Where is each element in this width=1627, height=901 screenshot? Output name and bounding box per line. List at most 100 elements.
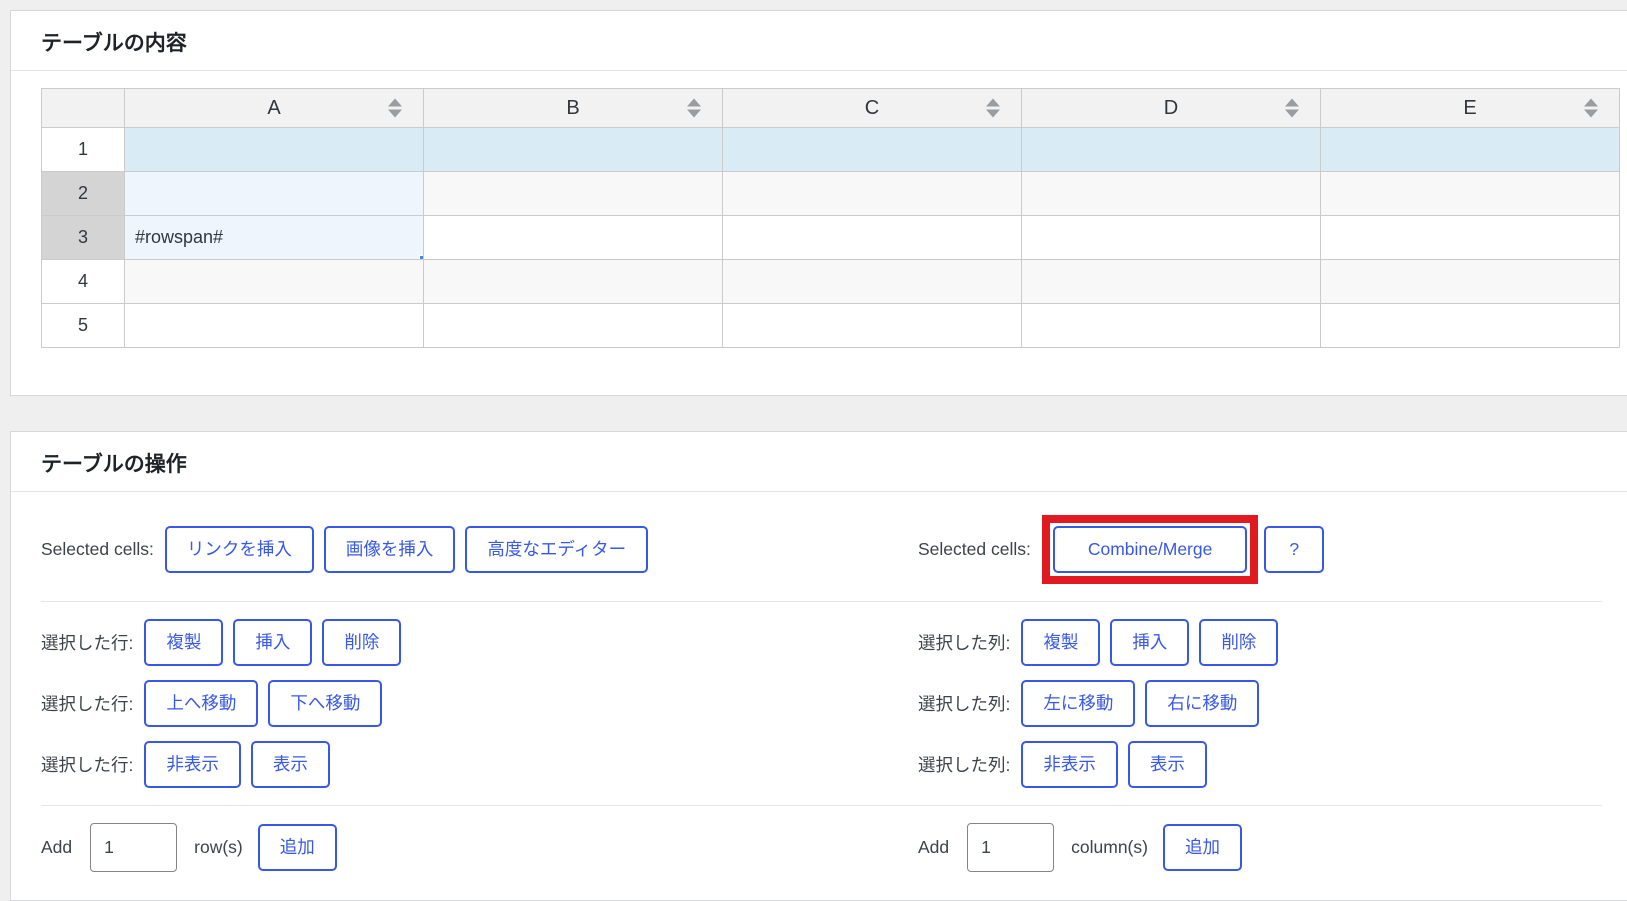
cell-d1[interactable] bbox=[1022, 128, 1321, 172]
insert-image-button[interactable]: 画像を挿入 bbox=[324, 526, 456, 573]
grid-row-1: 1 bbox=[42, 128, 1620, 172]
cell-d5[interactable] bbox=[1022, 304, 1321, 348]
hide-rows-button[interactable]: 非表示 bbox=[144, 741, 241, 788]
cell-b1[interactable] bbox=[424, 128, 723, 172]
cell-e4[interactable] bbox=[1321, 260, 1620, 304]
add-rows-group: Add row(s) 追加 bbox=[41, 823, 918, 872]
cell-a4[interactable] bbox=[125, 260, 424, 304]
rows-group-3: 選択した行: 非表示 表示 bbox=[41, 741, 918, 788]
delete-rows-button[interactable]: 削除 bbox=[322, 619, 401, 666]
add-row: Add row(s) 追加 Add column(s) 追加 bbox=[41, 823, 1602, 872]
selected-columns-label: 選択した列: bbox=[918, 630, 1010, 655]
cell-c2[interactable] bbox=[723, 172, 1022, 216]
selected-rows-label: 選択した行: bbox=[41, 752, 133, 777]
cell-b5[interactable] bbox=[424, 304, 723, 348]
insert-rows-button[interactable]: 挿入 bbox=[233, 619, 312, 666]
selection-fill-handle[interactable] bbox=[419, 255, 424, 260]
cell-a2-selected[interactable] bbox=[125, 172, 424, 216]
grid-corner-cell[interactable] bbox=[42, 89, 125, 128]
red-highlight-box: Combine/Merge bbox=[1042, 515, 1259, 584]
selected-cells-left: Selected cells: リンクを挿入 画像を挿入 高度なエディター bbox=[41, 526, 918, 573]
cell-b2[interactable] bbox=[424, 172, 723, 216]
cell-d4[interactable] bbox=[1022, 260, 1321, 304]
row-header-5[interactable]: 5 bbox=[42, 304, 125, 348]
cell-e3[interactable] bbox=[1321, 216, 1620, 260]
row-header-2[interactable]: 2 bbox=[42, 172, 125, 216]
selected-rows-label: 選択した行: bbox=[41, 691, 133, 716]
panel-title-contents: テーブルの内容 bbox=[11, 11, 1627, 71]
cell-b3[interactable] bbox=[424, 216, 723, 260]
selected-columns-label: 選択した列: bbox=[918, 691, 1010, 716]
move-row: 選択した行: 上へ移動 下へ移動 選択した列: 左に移動 右に移動 bbox=[41, 680, 1602, 727]
hide-columns-button[interactable]: 非表示 bbox=[1021, 741, 1118, 788]
cell-c3[interactable] bbox=[723, 216, 1022, 260]
cell-a3-selected[interactable]: #rowspan# bbox=[125, 216, 424, 260]
sort-arrows-icon bbox=[388, 99, 402, 118]
add-columns-suffix-label: column(s) bbox=[1071, 837, 1148, 858]
column-header-label: A bbox=[267, 97, 280, 119]
insert-link-button[interactable]: リンクを挿入 bbox=[165, 526, 314, 573]
add-columns-count-input[interactable] bbox=[967, 823, 1054, 872]
column-header-label: E bbox=[1463, 97, 1476, 119]
advanced-editor-button[interactable]: 高度なエディター bbox=[465, 526, 648, 573]
add-rows-count-input[interactable] bbox=[90, 823, 177, 872]
cell-b4[interactable] bbox=[424, 260, 723, 304]
delete-columns-button[interactable]: 削除 bbox=[1199, 619, 1278, 666]
show-rows-button[interactable]: 表示 bbox=[251, 741, 330, 788]
selected-cells-label: Selected cells: bbox=[41, 539, 154, 560]
add-columns-group: Add column(s) 追加 bbox=[918, 823, 1602, 872]
cols-group-3: 選択した列: 非表示 表示 bbox=[918, 741, 1602, 788]
cols-group-2: 選択した列: 左に移動 右に移動 bbox=[918, 680, 1602, 727]
merge-help-button[interactable]: ? bbox=[1264, 526, 1324, 573]
cell-c5[interactable] bbox=[723, 304, 1022, 348]
cell-a3-value: #rowspan# bbox=[135, 227, 223, 247]
cell-a1[interactable] bbox=[125, 128, 424, 172]
column-header-label: B bbox=[566, 97, 579, 119]
row-header-1[interactable]: 1 bbox=[42, 128, 125, 172]
sort-arrows-icon bbox=[687, 99, 701, 118]
move-rows-up-button[interactable]: 上へ移動 bbox=[144, 680, 258, 727]
cols-group-1: 選択した列: 複製 挿入 削除 bbox=[918, 619, 1602, 666]
row-header-3[interactable]: 3 bbox=[42, 216, 125, 260]
duplicate-rows-button[interactable]: 複製 bbox=[144, 619, 223, 666]
selected-columns-label: 選択した列: bbox=[918, 752, 1010, 777]
cell-d2[interactable] bbox=[1022, 172, 1321, 216]
cell-e1[interactable] bbox=[1321, 128, 1620, 172]
cell-c1[interactable] bbox=[723, 128, 1022, 172]
separator bbox=[41, 805, 1602, 806]
row-header-4[interactable]: 4 bbox=[42, 260, 125, 304]
insert-columns-button[interactable]: 挿入 bbox=[1110, 619, 1189, 666]
column-header-d[interactable]: D bbox=[1022, 89, 1321, 128]
column-header-label: D bbox=[1164, 97, 1178, 119]
add-columns-prefix-label: Add bbox=[918, 837, 949, 858]
selected-cells-right: Selected cells: Combine/Merge ? bbox=[918, 515, 1602, 584]
grid-container: A B C D E bbox=[11, 71, 1627, 395]
grid-header-row: A B C D E bbox=[42, 89, 1620, 128]
grid-row-5: 5 bbox=[42, 304, 1620, 348]
cell-d3[interactable] bbox=[1022, 216, 1321, 260]
duplicate-columns-button[interactable]: 複製 bbox=[1021, 619, 1100, 666]
add-rows-button[interactable]: 追加 bbox=[258, 824, 337, 871]
move-columns-left-button[interactable]: 左に移動 bbox=[1021, 680, 1135, 727]
grid-row-3: 3 #rowspan# bbox=[42, 216, 1620, 260]
show-columns-button[interactable]: 表示 bbox=[1128, 741, 1207, 788]
column-header-c[interactable]: C bbox=[723, 89, 1022, 128]
selected-rows-label: 選択した行: bbox=[41, 630, 133, 655]
grid-row-4: 4 bbox=[42, 260, 1620, 304]
move-rows-down-button[interactable]: 下へ移動 bbox=[268, 680, 382, 727]
operations-container: Selected cells: リンクを挿入 画像を挿入 高度なエディター Se… bbox=[11, 492, 1627, 900]
sort-arrows-icon bbox=[986, 99, 1000, 118]
cell-c4[interactable] bbox=[723, 260, 1022, 304]
grid-row-2: 2 bbox=[42, 172, 1620, 216]
cell-e5[interactable] bbox=[1321, 304, 1620, 348]
panel-title-operations: テーブルの操作 bbox=[11, 432, 1627, 492]
separator bbox=[41, 601, 1602, 602]
column-header-a[interactable]: A bbox=[125, 89, 424, 128]
column-header-e[interactable]: E bbox=[1321, 89, 1620, 128]
add-columns-button[interactable]: 追加 bbox=[1163, 824, 1242, 871]
cell-e2[interactable] bbox=[1321, 172, 1620, 216]
combine-merge-button[interactable]: Combine/Merge bbox=[1053, 526, 1248, 573]
cell-a5[interactable] bbox=[125, 304, 424, 348]
move-columns-right-button[interactable]: 右に移動 bbox=[1145, 680, 1259, 727]
column-header-b[interactable]: B bbox=[424, 89, 723, 128]
